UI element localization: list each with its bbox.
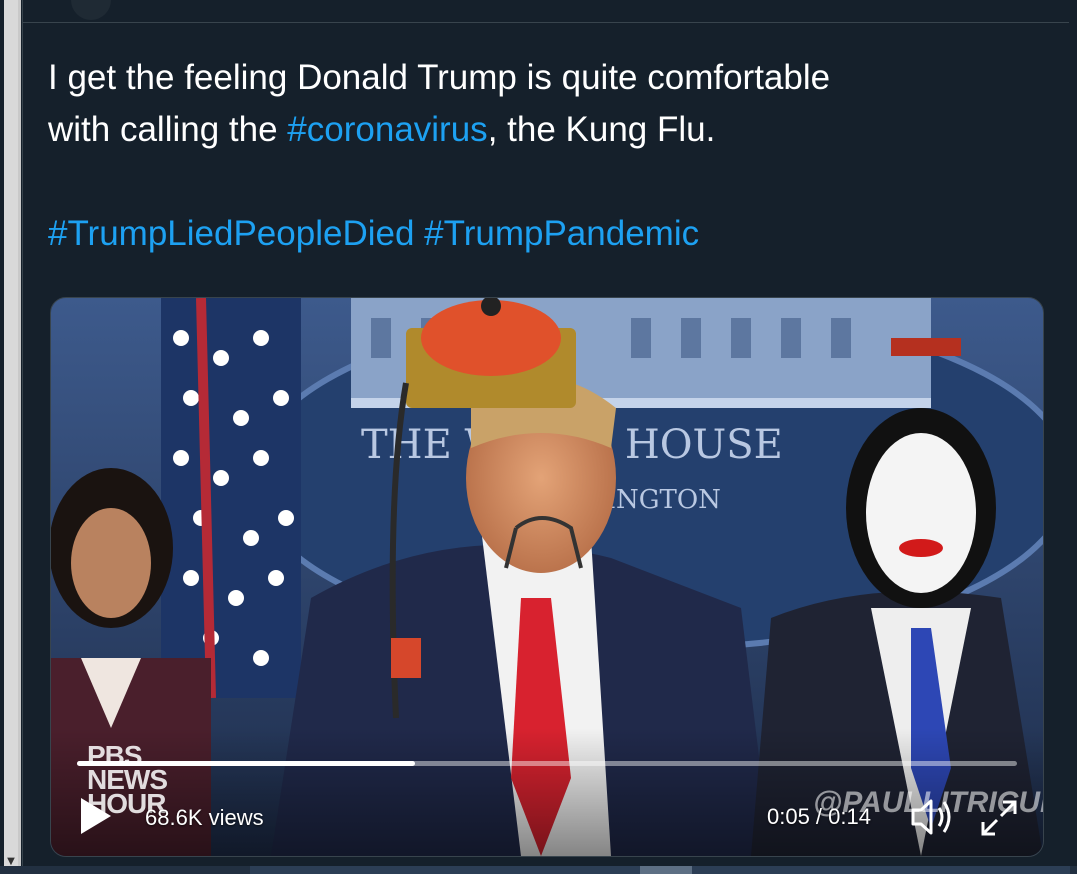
timecode: 0:05 / 0:14 — [767, 804, 871, 829]
scrollbar-track[interactable] — [4, 0, 18, 874]
view-count: 68.6K views — [145, 805, 264, 830]
left-scrollbar[interactable]: ▼ — [0, 0, 22, 874]
progress-bar[interactable] — [77, 761, 1017, 766]
divider — [23, 22, 1070, 23]
right-rail — [1069, 0, 1077, 874]
tweet-line-1: I get the feeling Donald Trump is quite … — [48, 52, 1028, 104]
play-button[interactable] — [77, 794, 117, 838]
fullscreen-button[interactable] — [979, 798, 1019, 838]
tweet-line-1-text: I get the feeling Donald Trump is quite … — [48, 58, 831, 97]
hashtag-trumppandemic[interactable]: #TrumpPandemic — [424, 214, 699, 253]
tweet-text: I get the feeling Donald Trump is quite … — [48, 52, 1028, 260]
tweet-line-2-prefix: with calling the — [48, 110, 288, 149]
volume-button[interactable] — [909, 796, 957, 838]
play-icon — [81, 798, 111, 834]
tweet-line-2: with calling the #coronavirus, the Kung … — [48, 104, 1028, 156]
scrollbar-thumb-highlight[interactable] — [640, 866, 692, 874]
video-frame: THE WHITE HOUSE WASHINGTON — [51, 298, 1043, 856]
hashtag-coronavirus[interactable]: #coronavirus — [287, 110, 487, 149]
video-player[interactable]: THE WHITE HOUSE WASHINGTON — [50, 297, 1044, 857]
tweet-hashtags: #TrumpLiedPeopleDied #TrumpPandemic — [48, 208, 1028, 260]
hashtag-trumpliedpeopledied[interactable]: #TrumpLiedPeopleDied — [48, 214, 414, 253]
fullscreen-icon — [981, 800, 1017, 836]
avatar[interactable] — [71, 0, 111, 20]
scrollbar-rail — [18, 0, 21, 874]
tweet-panel: I get the feeling Donald Trump is quite … — [22, 0, 1071, 874]
us-flag — [161, 298, 301, 699]
horizontal-scrollbar[interactable] — [0, 866, 1077, 874]
tweet-line-2-suffix: , the Kung Flu. — [487, 110, 716, 149]
volume-icon — [911, 799, 951, 835]
progress-fill — [77, 761, 416, 766]
